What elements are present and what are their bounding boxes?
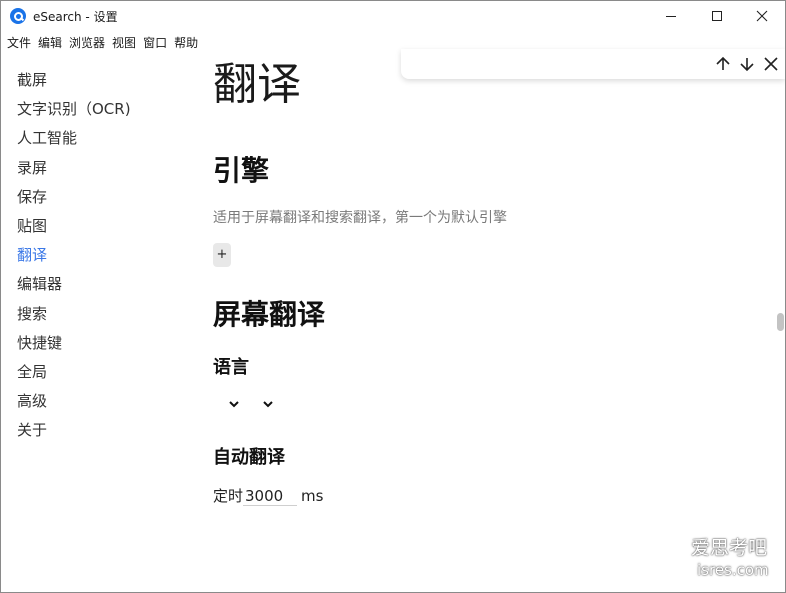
timer-input[interactable] [243,487,298,506]
screen-translate-title: 屏幕翻译 [213,298,326,331]
watermark: 爱思考吧 isres.com [691,537,781,581]
title-bar: eSearch - 设置 [1,1,785,31]
menu-window[interactable]: 窗口 [143,34,167,51]
sidebar-item-global[interactable]: 全局 [17,359,187,388]
sidebar-item-ocr[interactable]: 文字识别（OCR) [17,96,187,125]
close-window-button[interactable] [739,1,785,31]
timer-label: 定时 [213,487,244,505]
auto-translate-title: 自动翻译 [213,447,285,468]
sidebar-item-pin[interactable]: 贴图 [17,213,187,242]
maximize-button[interactable] [694,1,740,31]
watermark-line2: isres.com [697,561,769,579]
minimize-button[interactable] [648,1,694,31]
source-language-select[interactable] [227,397,241,411]
sidebar-item-search[interactable]: 搜索 [17,301,187,330]
timer-unit: ms [301,487,324,505]
close-icon[interactable] [761,54,781,74]
watermark-line1: 爱思考吧 [691,537,768,559]
language-label: 语言 [213,357,249,378]
arrow-up-icon[interactable] [713,54,733,74]
menu-browser[interactable]: 浏览器 [69,34,105,51]
settings-window: eSearch - 设置 文件 编辑 浏览器 视图 窗口 帮助 截屏 文字识别（… [0,0,786,593]
settings-sidebar: 截屏 文字识别（OCR) 人工智能 录屏 保存 贴图 翻译 编辑器 搜索 快捷键… [17,67,187,446]
sidebar-item-screenshot[interactable]: 截屏 [17,67,187,96]
target-language-select[interactable] [261,397,275,411]
sidebar-item-about[interactable]: 关于 [17,417,187,446]
esearch-app-icon [10,8,26,24]
minimize-icon [666,15,676,17]
find-bar [401,49,785,79]
menu-view[interactable]: 视图 [112,34,136,51]
menu-help[interactable]: 帮助 [174,34,198,51]
add-engine-button[interactable]: + [213,243,231,267]
menu-file[interactable]: 文件 [7,34,31,51]
menu-edit[interactable]: 编辑 [38,34,62,51]
engine-section-title: 引擎 [213,154,270,187]
arrow-down-icon[interactable] [737,54,757,74]
scrollbar-thumb[interactable] [777,313,784,331]
close-icon [756,10,768,22]
sidebar-item-translate[interactable]: 翻译 [17,242,187,271]
sidebar-item-editor[interactable]: 编辑器 [17,271,187,300]
sidebar-item-shortcuts[interactable]: 快捷键 [17,330,187,359]
sidebar-item-ai[interactable]: 人工智能 [17,125,187,154]
sidebar-item-record[interactable]: 录屏 [17,155,187,184]
window-title: eSearch - 设置 [33,10,118,24]
engine-description: 适用于屏幕翻译和搜索翻译，第一个为默认引擎 [213,210,507,226]
sidebar-item-advanced[interactable]: 高级 [17,388,187,417]
sidebar-item-save[interactable]: 保存 [17,184,187,213]
timer-row: 定时 ms [213,485,323,506]
maximize-icon [712,11,722,21]
